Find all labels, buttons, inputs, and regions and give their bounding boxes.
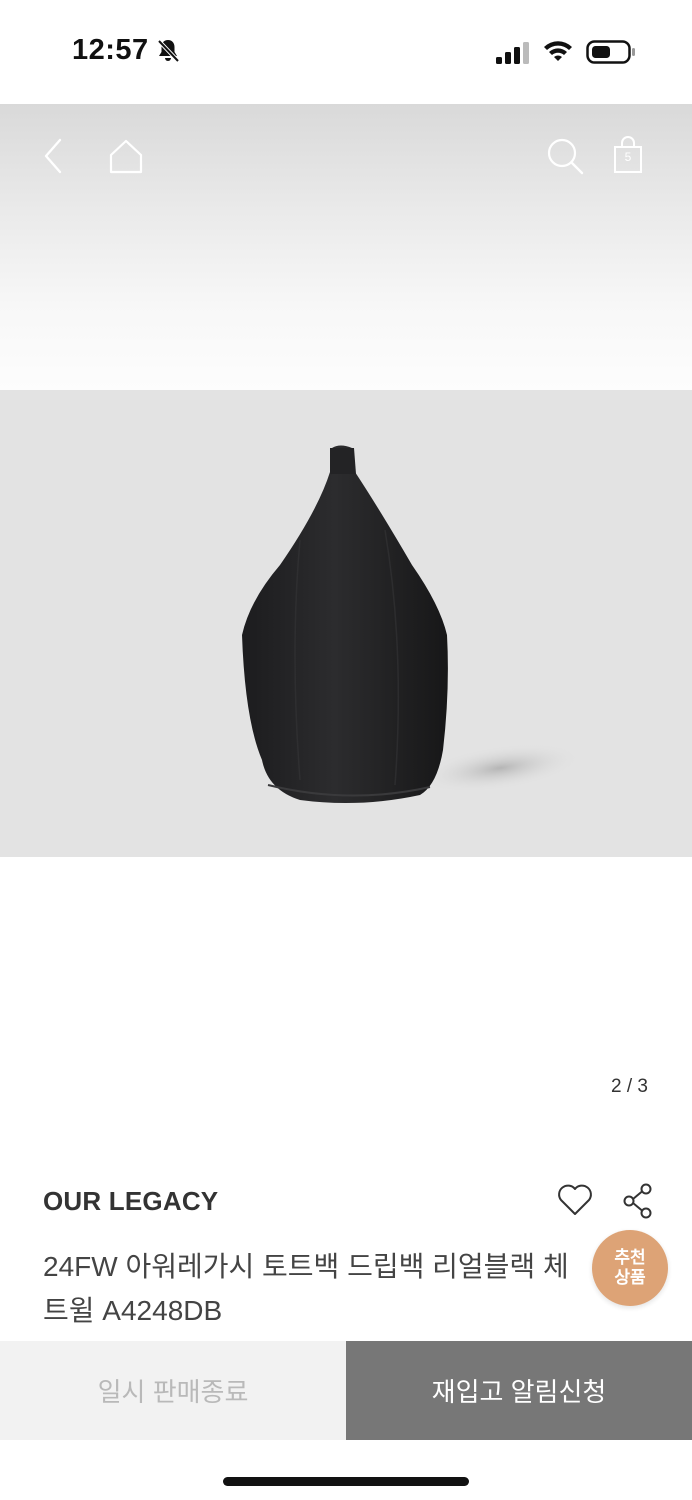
product-image[interactable]: [0, 390, 692, 857]
product-gallery[interactable]: 5 2 / 3: [0, 104, 692, 1104]
status-time: 12:57: [72, 34, 149, 66]
tote-bag-image: [242, 445, 582, 804]
product-title: 24FW 아워레가시 토트백 드립백 리얼블랙 체 트윌 A4248DB: [43, 1251, 569, 1326]
bell-slash-icon: [157, 39, 180, 63]
signal-icon: [496, 42, 529, 64]
recommended-products-button[interactable]: 추천 상품: [592, 1230, 668, 1306]
recommend-label-line1: 추천: [614, 1248, 646, 1267]
battery-icon: [586, 40, 635, 64]
home-icon[interactable]: [104, 134, 148, 178]
home-indicator[interactable]: [223, 1477, 469, 1486]
brand-name[interactable]: OUR LEGACY: [43, 1186, 218, 1217]
bottom-action-bar: 일시 판매종료 재입고 알림신청: [0, 1341, 692, 1440]
restock-alert-button[interactable]: 재입고 알림신청: [346, 1341, 692, 1440]
gallery-page-indicator: 2 / 3: [611, 1076, 648, 1097]
share-icon[interactable]: [622, 1183, 654, 1219]
status-bar: 12:57: [0, 0, 692, 104]
back-icon[interactable]: [34, 134, 78, 178]
recommend-label-line2: 상품: [614, 1268, 646, 1287]
heart-icon[interactable]: [556, 1183, 594, 1217]
temporarily-sold-out-button: 일시 판매종료: [0, 1341, 346, 1440]
search-icon[interactable]: [543, 134, 587, 178]
wifi-icon: [544, 41, 572, 61]
cart-count: 5: [624, 150, 632, 164]
cart-button[interactable]: 5: [606, 134, 650, 178]
